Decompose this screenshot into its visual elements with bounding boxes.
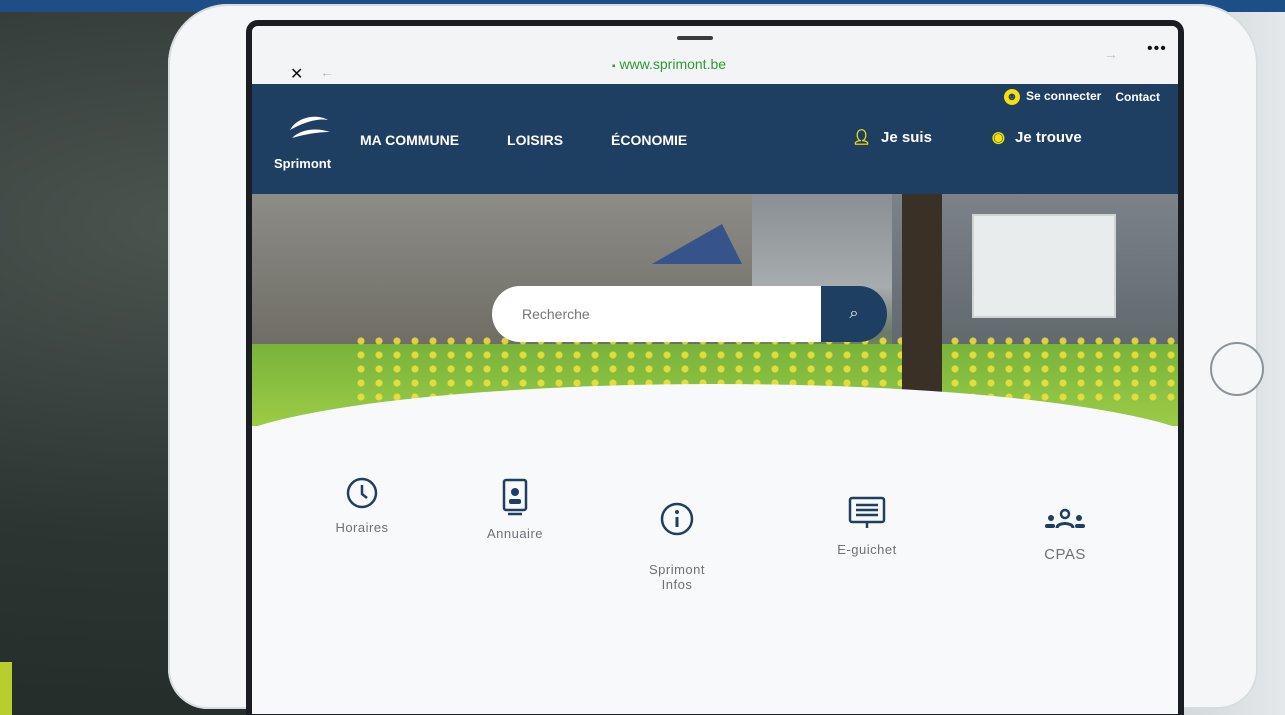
top-links: ☻ Se connecter Contact [1003,84,1160,110]
search-button[interactable]: ⌕ [821,286,887,342]
grabber-handle[interactable] [677,36,713,40]
clock-icon [346,477,378,509]
login-label: Se connecter [1025,89,1102,103]
quick-links: Horaires Annuaire Sprimont Infos E-guich… [292,466,1172,646]
je-trouve-button[interactable]: ◉ Je trouve [992,128,1082,146]
more-icon[interactable]: ••• [1147,40,1167,58]
je-trouve-label: Je trouve [1015,129,1082,146]
logo-text: Sprimont [274,156,332,171]
logo-icon [290,116,330,138]
tile-label: CPAS [1044,546,1086,563]
forward-icon[interactable]: → [1104,46,1118,62]
tile-annuaire[interactable]: Annuaire [460,476,570,541]
close-icon[interactable]: ✕ [290,64,303,84]
tile-label: Horaires [335,520,389,535]
contact-card-icon [502,478,528,516]
address-bar[interactable]: ▪ www.sprimont.be [612,56,726,72]
search-icon: ⌕ [849,305,859,322]
tile-cpas[interactable]: CPAS [1010,506,1120,563]
screen-list-icon [848,496,886,528]
hero-banner: ⌕ [252,194,1178,426]
tile-sprimont-infos[interactable]: Sprimont Infos [622,486,732,592]
group-icon [1045,508,1085,529]
blue-roof [652,224,742,264]
je-suis-label: Je suis [881,129,932,146]
info-icon [660,502,694,536]
nav-economie[interactable]: ÉCONOMIE [611,132,687,148]
url-text: www.sprimont.be [619,56,727,72]
login-icon: ☻ [1003,89,1020,105]
main-nav: MA COMMUNE LOISIRS ÉCONOMIE [360,132,687,148]
green-mark [0,662,12,715]
contact-link[interactable]: Contact [1115,90,1160,104]
lock-icon: ▪ [612,61,616,72]
tile-label: Annuaire [486,526,544,541]
site-logo[interactable]: Sprimont [274,112,344,178]
browser-bar: ✕ ← ▪ www.sprimont.be → ••• [252,26,1178,84]
eye-icon: ◉ [991,129,1006,146]
login-link[interactable]: ☻ Se connecter [1003,89,1102,105]
tablet-screen: ✕ ← ▪ www.sprimont.be → ••• ☻ Se connecte… [252,26,1178,714]
bay-window [972,214,1116,318]
tile-horaires[interactable]: Horaires [312,476,412,535]
back-icon[interactable]: ← [320,64,334,80]
nav-ma-commune[interactable]: MA COMMUNE [360,132,459,148]
nav-loisirs[interactable]: LOISIRS [507,132,563,148]
tile-e-guichet[interactable]: E-guichet [812,494,922,557]
header-actions: 👤︎ Je suis ◉ Je trouve [852,128,1082,146]
home-button[interactable] [1210,342,1264,396]
je-suis-button[interactable]: 👤︎ Je suis [852,128,932,146]
tile-label: Sprimont Infos [648,562,706,592]
tile-label: E-guichet [837,542,897,557]
site-header: ☻ Se connecter Contact Sprimont MA COMMUN… [252,84,1178,194]
user-icon: 👤︎ [852,129,872,146]
search-bar: ⌕ [492,286,887,342]
search-input[interactable] [492,286,821,342]
